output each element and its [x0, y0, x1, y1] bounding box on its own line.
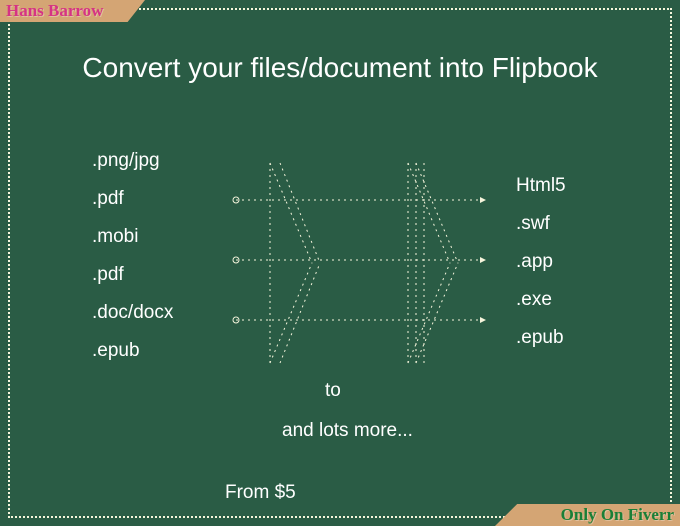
output-format: .epub	[516, 327, 566, 349]
author-name: Hans Barrow	[6, 1, 103, 21]
output-format: .exe	[516, 289, 566, 311]
output-format: Html5	[516, 175, 566, 197]
input-format: .png/jpg	[92, 150, 173, 172]
output-format: .app	[516, 251, 566, 273]
platform-name: Only On Fiverr	[561, 505, 674, 525]
output-format: .swf	[516, 213, 566, 235]
author-badge: Hans Barrow	[0, 0, 145, 22]
input-format: .doc/docx	[92, 302, 173, 324]
input-format: .mobi	[92, 226, 173, 248]
output-formats-list: Html5 .swf .app .exe .epub	[516, 175, 566, 365]
more-label: and lots more...	[282, 420, 413, 442]
input-formats-list: .png/jpg .pdf .mobi .pdf .doc/docx .epub	[92, 150, 173, 378]
input-format: .pdf	[92, 188, 173, 210]
platform-badge: Only On Fiverr	[495, 504, 680, 526]
price-label: From $5	[225, 482, 296, 504]
input-format: .pdf	[92, 264, 173, 286]
flow-diagram	[230, 158, 490, 368]
input-format: .epub	[92, 340, 173, 362]
to-label: to	[325, 380, 341, 402]
page-title: Convert your files/document into Flipboo…	[0, 52, 680, 84]
